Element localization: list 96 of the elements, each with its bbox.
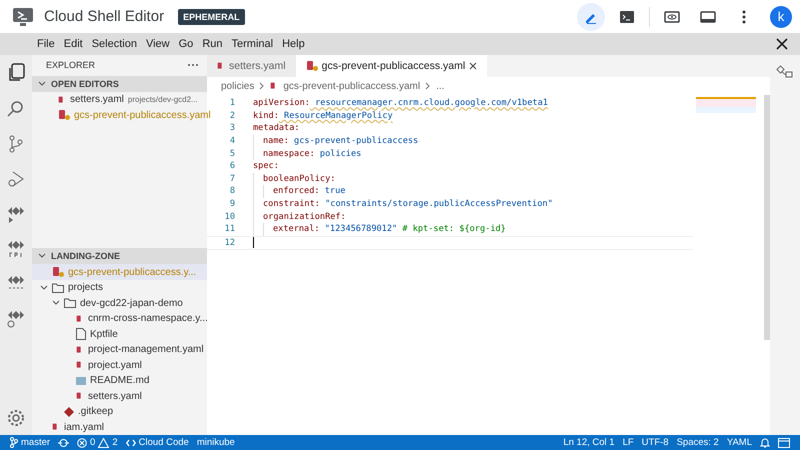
document-icon [76,376,86,385]
code-line: name: gcs-prevent-publicaccess [263,136,418,146]
line-number: 4 [228,136,235,146]
menu-item[interactable]: Help [278,36,309,52]
cloud-code-status[interactable]: Cloud Code [126,437,189,448]
breadcrumb-item[interactable]: policies [221,80,254,92]
more-icon[interactable] [187,63,199,68]
terminal-icon [620,10,634,22]
chevron-icon [259,82,266,90]
code-line: constraint: "constraints/storage.publicAccessPrevention" [263,199,553,210]
line-number: 3 [228,123,235,134]
source-control-icon[interactable] [8,135,24,153]
cluster-status[interactable]: minikube [196,437,235,448]
file-icon [76,328,86,340]
code-line: spec: [253,161,279,172]
menu-item[interactable]: View [142,36,174,52]
line-number: 1 [228,98,235,108]
api-icon[interactable] [7,240,25,258]
folder-icon [64,298,76,308]
branch-icon [10,437,18,448]
code-line: kind: ResourceManagerPolicy [253,110,393,121]
code-line: enforced: true [273,186,346,196]
search-icon[interactable] [7,100,25,118]
line-number: 8 [228,186,235,196]
code-line: namespace: policies [263,148,362,159]
line-number: 9 [228,199,235,210]
environment-badge: EPHEMERAL [178,8,245,24]
terminal-logo-icon [12,6,34,26]
tree-item[interactable]: setters.yaml [32,388,207,404]
file-icon [306,61,318,71]
chevron-icon [425,82,432,90]
encoding[interactable]: UTF-8 [642,437,669,448]
app-title: Cloud Shell Editor [44,8,164,25]
line-number: 5 [228,148,235,159]
tree-item[interactable]: README.md [32,372,207,388]
sync-icon[interactable] [58,438,70,448]
settings-icon[interactable] [7,409,25,427]
language-mode[interactable]: YAML [726,437,752,448]
line-number: 7 [228,174,235,184]
eye-icon [664,10,680,22]
menu-item[interactable]: Selection [88,36,141,52]
close-icon[interactable] [776,38,788,50]
tree-item[interactable]: project.yaml [32,357,207,373]
run-debug-icon[interactable] [7,170,25,188]
menu-item[interactable]: Run [198,36,226,52]
editor-tab[interactable]: gcs-prevent-publicaccess.yaml [296,55,488,77]
menu-item[interactable]: Go [174,36,198,52]
breadcrumb-item[interactable]: gcs-prevent-publicaccess.yaml [283,80,420,92]
branch-status[interactable]: master [10,437,50,448]
code-line: apiVersion: resourcemanager.cnrm.cloud.google.com/v1beta1 [253,98,548,108]
panel-icon [700,10,716,22]
menu-item[interactable]: Edit [60,36,87,52]
tree-item[interactable]: project-management.yaml [32,342,207,358]
bell-icon[interactable] [760,437,770,448]
file-icon [58,110,70,120]
open-editor-item[interactable]: setters.yaml projects/dev-gcd2... [32,92,207,108]
cloud-code-icon[interactable] [7,310,25,328]
avatar[interactable]: k [770,6,792,28]
indentation[interactable]: Spaces: 2 [676,437,719,448]
tree-item[interactable]: iam.yaml [32,419,207,435]
tree-item[interactable]: Kptfile [32,326,207,342]
line-number: 6 [228,161,235,172]
section-header[interactable]: LANDING-ZONE [32,248,207,264]
editor-button[interactable] [577,2,605,30]
code-line: organizationRef: [263,212,346,222]
close-icon[interactable] [469,62,478,70]
error-icon [77,438,88,448]
code-line: metadata: [253,123,300,134]
layout-icon[interactable] [778,438,790,448]
files-icon[interactable] [7,63,25,83]
menu-item[interactable]: File [33,36,59,52]
breadcrumb-item[interactable]: ... [436,80,444,92]
menu-item[interactable]: Terminal [228,36,278,52]
folder-icon [52,282,64,293]
line-number: 12 [224,238,235,248]
warning-icon [98,438,110,448]
line-number: 11 [224,224,235,234]
problems-status[interactable]: 0 2 [77,437,118,448]
cursor-position[interactable]: Ln 12, Col 1 [563,437,615,448]
line-number: 10 [224,212,235,222]
code-line: booleanPolicy: [263,174,336,184]
editor-tab[interactable]: setters.yaml [207,55,296,77]
more-icon [742,10,746,24]
line-ending[interactable]: LF [622,437,634,448]
diamond-icon [64,406,74,417]
cloud-code-icon[interactable] [7,205,25,223]
minimap [696,97,756,113]
explorer-title: EXPLORER [46,60,96,70]
code-line: external: "123456789012" # kpt-set: ${org-id} [273,224,506,234]
tree-item[interactable]: cnrm-cross-namespace.y... [32,310,207,326]
section-header[interactable]: OPEN EDITORS [32,76,207,92]
tree-item[interactable]: dev-gcd22-japan-demo [32,295,207,311]
file-icon [52,267,64,278]
tree-item[interactable]: .gitkeep [32,404,207,420]
tree-item[interactable]: projects [32,280,207,296]
code-icon [126,438,136,446]
